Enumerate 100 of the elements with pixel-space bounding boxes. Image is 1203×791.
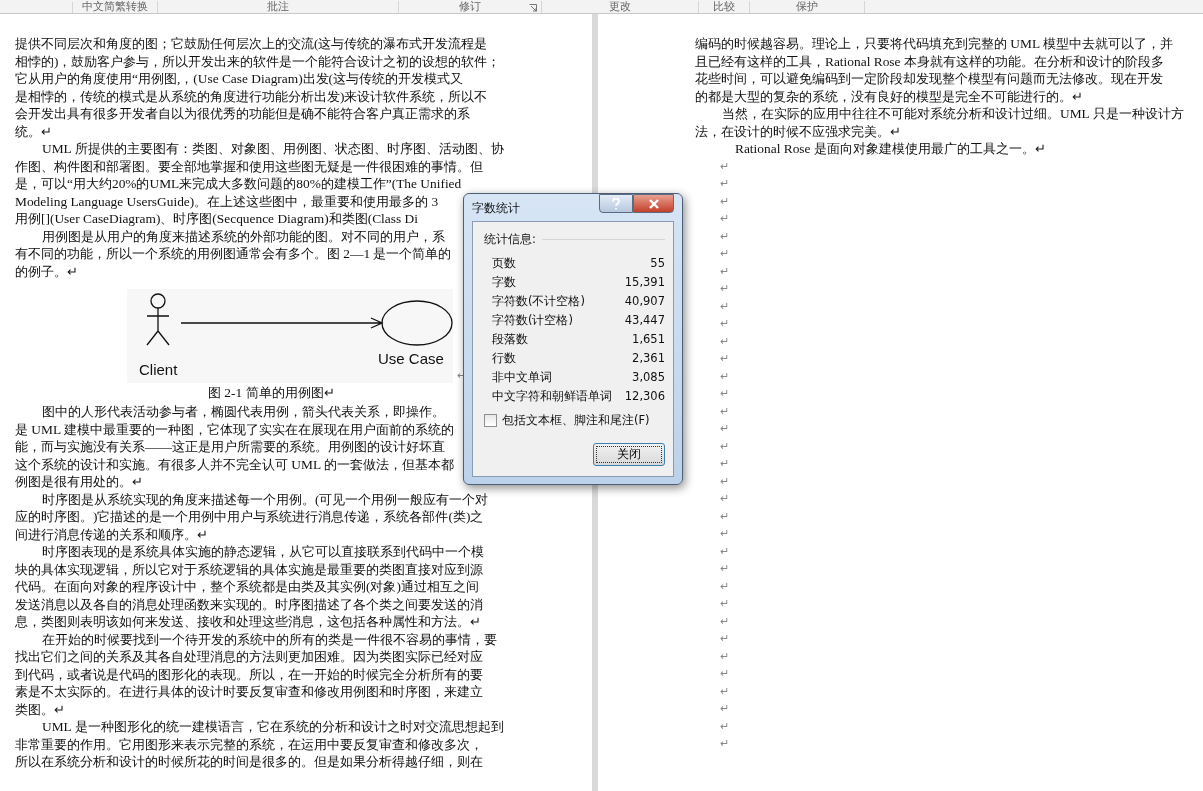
paragraph-mark: ↵ bbox=[719, 193, 729, 209]
text-line: 到代码，或者说是代码的图形化的表现。所以，在一开始的时候完全分析所有的要 bbox=[15, 665, 483, 683]
ribbon-group-label: 保护 bbox=[796, 1, 818, 12]
text-line: 花些时间，可以避免编码到一定阶段却发现整个模型有问题而无法修改。现在开发 bbox=[695, 70, 1163, 88]
text-line: UML 所提供的主要图有：类图、对象图、用例图、状态图、时序图、活动图、协 bbox=[41, 140, 504, 158]
text-line: 图中的人形代表活动参与者，椭圆代表用例，箭头代表关系，即操作。 bbox=[41, 403, 445, 421]
paragraph-mark: ↵ bbox=[719, 228, 729, 244]
text-line: Modeling Language UsersGuide)。在上述这些图中，最重要和使用最多的 3 bbox=[15, 192, 439, 210]
stat-label: 字数 bbox=[492, 274, 516, 291]
ribbon-group-label: 修订 bbox=[459, 1, 481, 12]
stat-value: 40,907 bbox=[624, 293, 665, 310]
text-line: 有不同的功能，所以一个系统的用例图通常会有多个。图 2—1 是一个简单的 bbox=[15, 245, 452, 263]
stat-value: 12,306 bbox=[624, 388, 665, 405]
paragraph-mark: ↵ bbox=[719, 683, 729, 699]
paragraph-mark: ↵ bbox=[719, 561, 729, 576]
close-icon bbox=[647, 198, 660, 209]
stat-label: 非中文单词 bbox=[492, 369, 552, 386]
text-line: 非常重要的作用。它用图形来表示完整的系统，在运用中要反复审查和修改多次， bbox=[15, 735, 483, 753]
paragraph-mark: ↵ bbox=[719, 491, 729, 506]
paragraph-mark: ↵ bbox=[719, 351, 729, 366]
stat-value: 1,651 bbox=[632, 331, 665, 348]
stat-label: 中文字符和朝鲜语单词 bbox=[492, 388, 612, 405]
checkbox[interactable] bbox=[484, 414, 497, 427]
stat-value: 43,447 bbox=[624, 312, 665, 329]
text-line: 找出它们之间的关系及其各自处理消息的方法则更加困难。因为类图实际已经对应 bbox=[15, 648, 483, 666]
checkbox-label: 包括文本框、脚注和尾注(F) bbox=[502, 413, 650, 428]
text-line: 能，而与实施没有关系——这正是用户所需要的系统。用例图的设计好坏直 bbox=[15, 438, 445, 456]
text-line: 是相悖的，传统的模式是从系统的角度进行功能分析出发)来设计软件系统，所以不 bbox=[15, 87, 488, 105]
stat-label: 行数 bbox=[492, 350, 516, 367]
section-heading: 统计信息: bbox=[484, 232, 536, 247]
paragraph-mark: ↵ bbox=[719, 526, 729, 541]
paragraph-mark: ↵ bbox=[719, 316, 729, 331]
text-line: 时序图表现的是系统具体实施的静态逻辑，从它可以直接联系到代码中一个模 bbox=[41, 543, 484, 561]
text-line: 类图。↵ bbox=[15, 700, 65, 718]
paragraph-mark: ↵ bbox=[719, 176, 729, 191]
paragraph-mark: ↵ bbox=[719, 631, 729, 646]
paragraph-mark: ↵ bbox=[719, 246, 729, 261]
text-line: 这个系统的设计和实施。有很多人并不完全认可 UML 的一套做法，但基本都 bbox=[15, 455, 454, 473]
use-case-diagram-drawing: Client Use Case bbox=[127, 289, 453, 383]
paragraph-mark: ↵ bbox=[719, 281, 729, 296]
stat-label: 字符数(不计空格) bbox=[492, 293, 585, 310]
help-button[interactable] bbox=[599, 194, 633, 213]
text-line: 且已经有这样的工具，Rational Rose 本身就有这样的功能。在分析和设计的阶段多 bbox=[695, 52, 1164, 70]
text-line: 息，类图则表明该如何来发送、接收和处理这些消息，这包括各种属性和方法。↵ bbox=[15, 613, 481, 631]
text-line: 提供不同层次和角度的图；它鼓励任何层次上的交流(这与传统的瀑布式开发流程是 bbox=[15, 35, 488, 53]
text-line: 间进行消息传递的关系和顺序。↵ bbox=[15, 525, 208, 543]
text-line: 统。↵ bbox=[15, 122, 52, 140]
close-dialog-button[interactable]: 关闭 bbox=[593, 443, 665, 466]
ribbon-group-label: 比较 bbox=[713, 1, 735, 12]
paragraph-mark: ↵ bbox=[719, 648, 729, 664]
text-line: 法，在设计的时候不应强求完美。↵ bbox=[695, 122, 901, 140]
text-line: 块的具体实现逻辑，所以它对于系统逻辑的具体实施是最重要的类图直接对应到源 bbox=[15, 560, 483, 578]
question-mark-icon bbox=[611, 197, 621, 210]
paragraph-mark: ↵ bbox=[719, 718, 729, 734]
text-line: 它从用户的角度使用“用例图,，(Use Case Diagram)出发(这与传统的开发模式又 bbox=[15, 70, 464, 88]
paragraph-mark: ↵ bbox=[719, 473, 729, 489]
text-line: 相悖的)，鼓励客户参与，所以开发出来的软件是一个能符合设计之初的设想的软件； bbox=[15, 52, 501, 70]
paragraph-mark: ↵ bbox=[719, 158, 729, 174]
paragraph-mark: ↵ bbox=[719, 298, 729, 314]
text-line: 的都是大型的复杂的系统，没有良好的模型是完全不可能进行的。↵ bbox=[695, 87, 1083, 105]
text-line: 在开始的时候要找到一个待开发的系统中的所有的类是一件很不容易的事情，要 bbox=[41, 630, 497, 648]
paragraph-mark: ↵ bbox=[719, 386, 729, 401]
paragraph-mark: ↵ bbox=[719, 403, 729, 419]
text-line: 用例[](User CaseDiagram)、时序图(Secquence Diagram)和类图(Class Di bbox=[15, 210, 418, 228]
text-line: 当然，在实际的应用中往往不可能对系统分析和设计过细。UML 只是一种设计方 bbox=[721, 105, 1184, 123]
paragraph-mark: ↵ bbox=[719, 508, 729, 524]
close-button[interactable] bbox=[633, 194, 674, 213]
text-line: Rational Rose 是面向对象建模使用最广的工具之一。↵ bbox=[734, 140, 1046, 158]
text-line: 素是不太实际的。在进行具体的设计时要反复审查和修改用例图和时序图，来建立 bbox=[15, 683, 483, 701]
text-line: 用例图是从用户的角度来描述系统的外部功能的图。对不同的用户，系 bbox=[41, 227, 445, 245]
paragraph-mark: ↵ bbox=[719, 543, 729, 559]
paragraph-mark: ↵ bbox=[719, 613, 729, 629]
stat-label: 页数 bbox=[492, 255, 516, 272]
text-line: 是 UML 建模中最重要的一种图，它体现了实实在在展现在用户面前的系统的 bbox=[15, 420, 454, 438]
text-line: 作图、构件图和部署图。要全部地掌握和使用这些图无疑是一件很困难的事情。但 bbox=[15, 157, 483, 175]
text-line: UML 是一种图形化的统一建模语言，它在系统的分析和设计之时对交流思想起到 bbox=[41, 718, 504, 736]
text-line: 时序图是从系统实现的角度来描述每一个用例。(可见一个用例一般应有一个对 bbox=[41, 490, 489, 508]
text-line: 代码。在面向对象的程序设计中，整个系统都是由类及其实例(对象)通过相互之间 bbox=[15, 578, 479, 596]
stat-value: 55 bbox=[650, 255, 665, 272]
stat-value: 3,085 bbox=[632, 369, 665, 386]
paragraph-mark: ↵ bbox=[719, 578, 729, 594]
dialog-title: 字数统计 bbox=[472, 201, 520, 216]
text-line: 所以在系统分析和设计的时候所花的时间是很多的。但是如果分析得越仔细，则在 bbox=[15, 753, 483, 771]
text-line: 应的时序图。)它描述的是一个用例中用户与系统进行消息传递，系统各部件(类)之 bbox=[15, 508, 484, 526]
dialog-launcher-icon[interactable] bbox=[529, 4, 537, 12]
figure-caption: 图 2-1 简单的用例图↵ bbox=[208, 384, 335, 402]
stat-value: 2,361 bbox=[632, 350, 665, 367]
text-line: 会开发出具有很多开发者自以为很优秀的功能但是确不能符合客户真正需求的系 bbox=[15, 105, 470, 123]
paragraph-mark: ↵ bbox=[719, 596, 729, 611]
text-line: 发送消息以及各自的消息处理函数来实现的。时序图描述了各个类之间要发送的消 bbox=[15, 595, 483, 613]
paragraph-mark: ↵ bbox=[719, 701, 729, 716]
text-line: 编码的时候越容易。理论上，只要将代码填充到完整的 UML 模型中去就可以了，并 bbox=[695, 35, 1173, 53]
stat-label: 字符数(计空格) bbox=[492, 312, 573, 329]
stat-label: 段落数 bbox=[492, 331, 528, 348]
text-line: 例图是很有用处的。↵ bbox=[15, 473, 143, 491]
text-line: 的例子。↵ bbox=[15, 262, 78, 280]
paragraph-mark: ↵ bbox=[719, 438, 729, 454]
paragraph-mark: ↵ bbox=[719, 666, 729, 681]
paragraph-mark: ↵ bbox=[719, 333, 729, 349]
paragraph-mark: ↵ bbox=[719, 263, 729, 279]
